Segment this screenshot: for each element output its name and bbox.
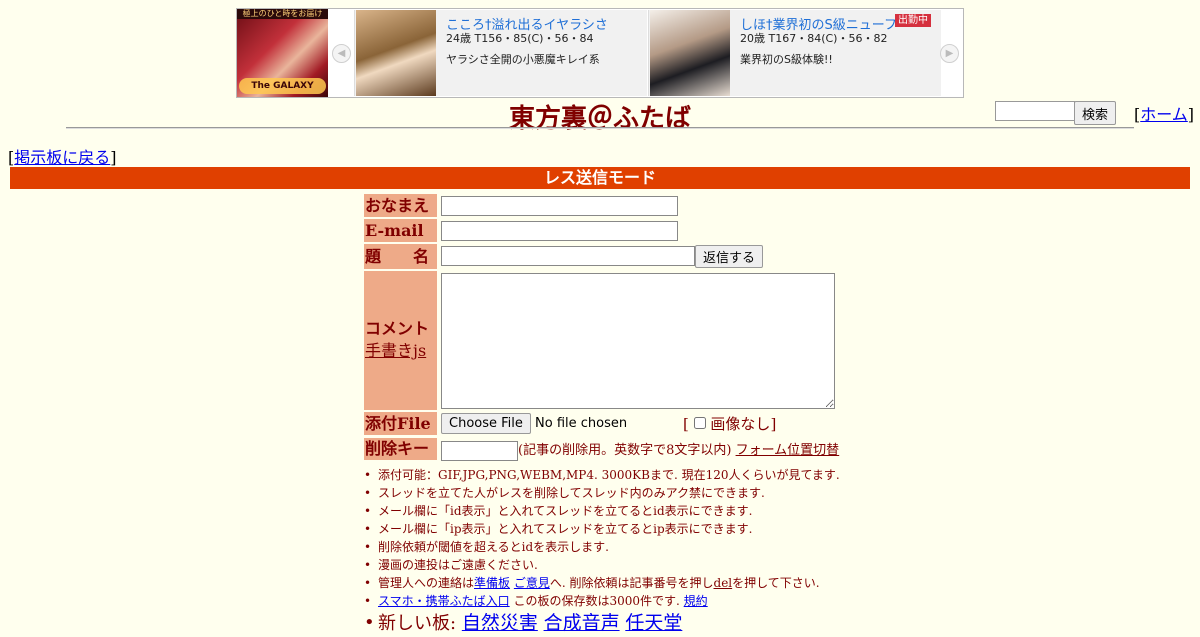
ad-photo[interactable] xyxy=(356,10,436,96)
delkey-label: 削除キー xyxy=(364,438,437,460)
banner-logo-text: The GALAXY xyxy=(239,78,326,94)
comment-label-cell: コメント 手書きjs xyxy=(364,271,437,410)
subject-row: 題 名 返信する xyxy=(364,244,844,269)
banner-logo-image[interactable]: 極上のひと時をお届け The GALAXY xyxy=(237,9,328,97)
banner-ad-card[interactable]: しほ†業界初のS級ニューフ 出勤中 20歳 T167・84(C)・56・82 業… xyxy=(648,10,941,96)
board-link-nintendo[interactable]: 任天堂 xyxy=(625,612,682,634)
delkey-note: (記事の削除用。英数字で8文字以内) xyxy=(518,443,732,458)
ad-spec: 24歳 T156・85(C)・56・84 xyxy=(446,32,594,45)
handwrite-link[interactable]: 手書きjs xyxy=(365,341,426,360)
search-button[interactable]: 検索 xyxy=(1074,101,1117,125)
back-to-board-link[interactable]: 掲示板に戻る xyxy=(14,148,110,167)
comment-textarea[interactable] xyxy=(441,273,835,409)
banner-next-icon[interactable]: ▶ xyxy=(940,44,959,63)
banner-ad-card[interactable]: こころ†溢れ出るイヤラシさ 24歳 T156・85(C)・56・84 ヤラシさ全… xyxy=(354,10,647,96)
mobile-entrance-link[interactable]: スマホ・携帯ふたば入口 xyxy=(378,594,510,608)
name-label: おなまえ xyxy=(364,194,437,217)
search-input[interactable] xyxy=(995,101,1075,121)
comment-label: コメント xyxy=(365,319,430,338)
ad-desc: 業界初のS級体験!! xyxy=(740,53,833,66)
ad-photo[interactable] xyxy=(650,10,730,96)
no-image-checkbox[interactable] xyxy=(693,417,706,429)
name-input[interactable] xyxy=(441,195,678,216)
submit-reply-button[interactable]: 返信する xyxy=(695,245,764,268)
comment-row: コメント 手書きjs xyxy=(364,271,844,410)
subject-label: 題 名 xyxy=(364,244,437,269)
no-image-bracket-open: [ xyxy=(683,415,689,433)
delkey-row: 削除キー (記事の削除用。英数字で8文字以内) フォーム位置切替 xyxy=(364,438,844,461)
board-notes: 添付可能：GIF,JPG,PNG,WEBM,MP4. 3000KBまで. 現在1… xyxy=(364,466,938,636)
delkey-input[interactable] xyxy=(441,440,518,461)
name-row: おなまえ xyxy=(364,194,844,217)
new-boards-label: 新しい板: xyxy=(378,613,457,634)
back-bracket-close: ] xyxy=(110,148,117,167)
note-item: メール欄に「id表示」と入れてスレッドを立てるとid表示にできます. xyxy=(364,502,938,520)
note-text: へ. 削除依頼は記事番号を押し xyxy=(549,576,714,590)
del-link[interactable]: del xyxy=(714,576,733,590)
board-link-disaster[interactable]: 自然災害 xyxy=(462,612,538,634)
note-text: 管理人への連絡は xyxy=(378,576,475,590)
note-text: この板の保存数は3000件です. xyxy=(513,594,680,608)
form-position-toggle-link[interactable]: フォーム位置切替 xyxy=(736,443,840,458)
home-bracket-close: ] xyxy=(1187,105,1195,124)
back-nav: [掲示板に戻る] xyxy=(8,144,117,168)
note-item: 漫画の連投はご遠慮ください. xyxy=(364,556,938,574)
note-text: を押して下さい. xyxy=(732,576,820,590)
note-item: スレッドを立てた人がレスを削除してスレッド内のみアク禁にできます. xyxy=(364,484,938,502)
reply-mode-bar: レス送信モード xyxy=(10,167,1190,189)
home-link[interactable]: ホーム xyxy=(1140,105,1188,124)
subject-input[interactable] xyxy=(441,246,695,266)
note-item: 添付可能：GIF,JPG,PNG,WEBM,MP4. 3000KBまで. 現在1… xyxy=(364,466,938,484)
note-item: スマホ・携帯ふたば入口 この板の保存数は3000件です. 規約 xyxy=(364,592,938,610)
no-image-option: [ 画像なし] xyxy=(683,413,776,434)
home-nav: [ホーム] xyxy=(1134,101,1194,125)
ad-banner[interactable]: 極上のひと時をお届け The GALAXY ◀ こころ†溢れ出るイヤラシさ 24… xyxy=(236,8,964,98)
ad-desc: ヤラシさ全開の小悪魔キレイ系 xyxy=(446,53,600,66)
header-divider xyxy=(66,127,1134,129)
email-input[interactable] xyxy=(441,220,678,241)
file-row: 添付File Choose File No file chosen [ 画像なし… xyxy=(364,412,844,435)
email-row: E-mail xyxy=(364,219,844,242)
new-boards-item: 新しい板: 自然災害 合成音声 任天堂 xyxy=(364,610,938,636)
note-item: メール欄に「ip表示」と入れてスレッドを立てるとip表示にできます. xyxy=(364,520,938,538)
choose-file-button[interactable]: Choose File xyxy=(441,413,531,434)
note-item: 削除依頼が閾値を超えるとidを表示します. xyxy=(364,538,938,556)
banner-tagline: 極上のひと時をお届け xyxy=(237,9,328,19)
file-status-text: No file chosen xyxy=(535,416,628,431)
junbi-board-link[interactable]: 準備板 xyxy=(474,576,510,590)
no-image-bracket-close: ] xyxy=(770,415,777,433)
email-label: E-mail xyxy=(364,219,437,242)
search-form: 検索 xyxy=(995,101,1117,125)
banner-prev-icon[interactable]: ◀ xyxy=(332,44,351,63)
rules-link[interactable]: 規約 xyxy=(684,594,708,608)
note-item: 管理人への連絡は準備板 ご意見へ. 削除依頼は記事番号を押しdelを押して下さい… xyxy=(364,574,938,592)
feedback-link[interactable]: ご意見 xyxy=(514,576,550,590)
board-link-synth-voice[interactable]: 合成音声 xyxy=(544,612,620,634)
ad-status-badge: 出勤中 xyxy=(895,14,931,27)
file-label: 添付File xyxy=(364,412,437,435)
ad-spec: 20歳 T167・84(C)・56・82 xyxy=(740,32,888,45)
no-image-label: 画像なし xyxy=(710,415,771,433)
